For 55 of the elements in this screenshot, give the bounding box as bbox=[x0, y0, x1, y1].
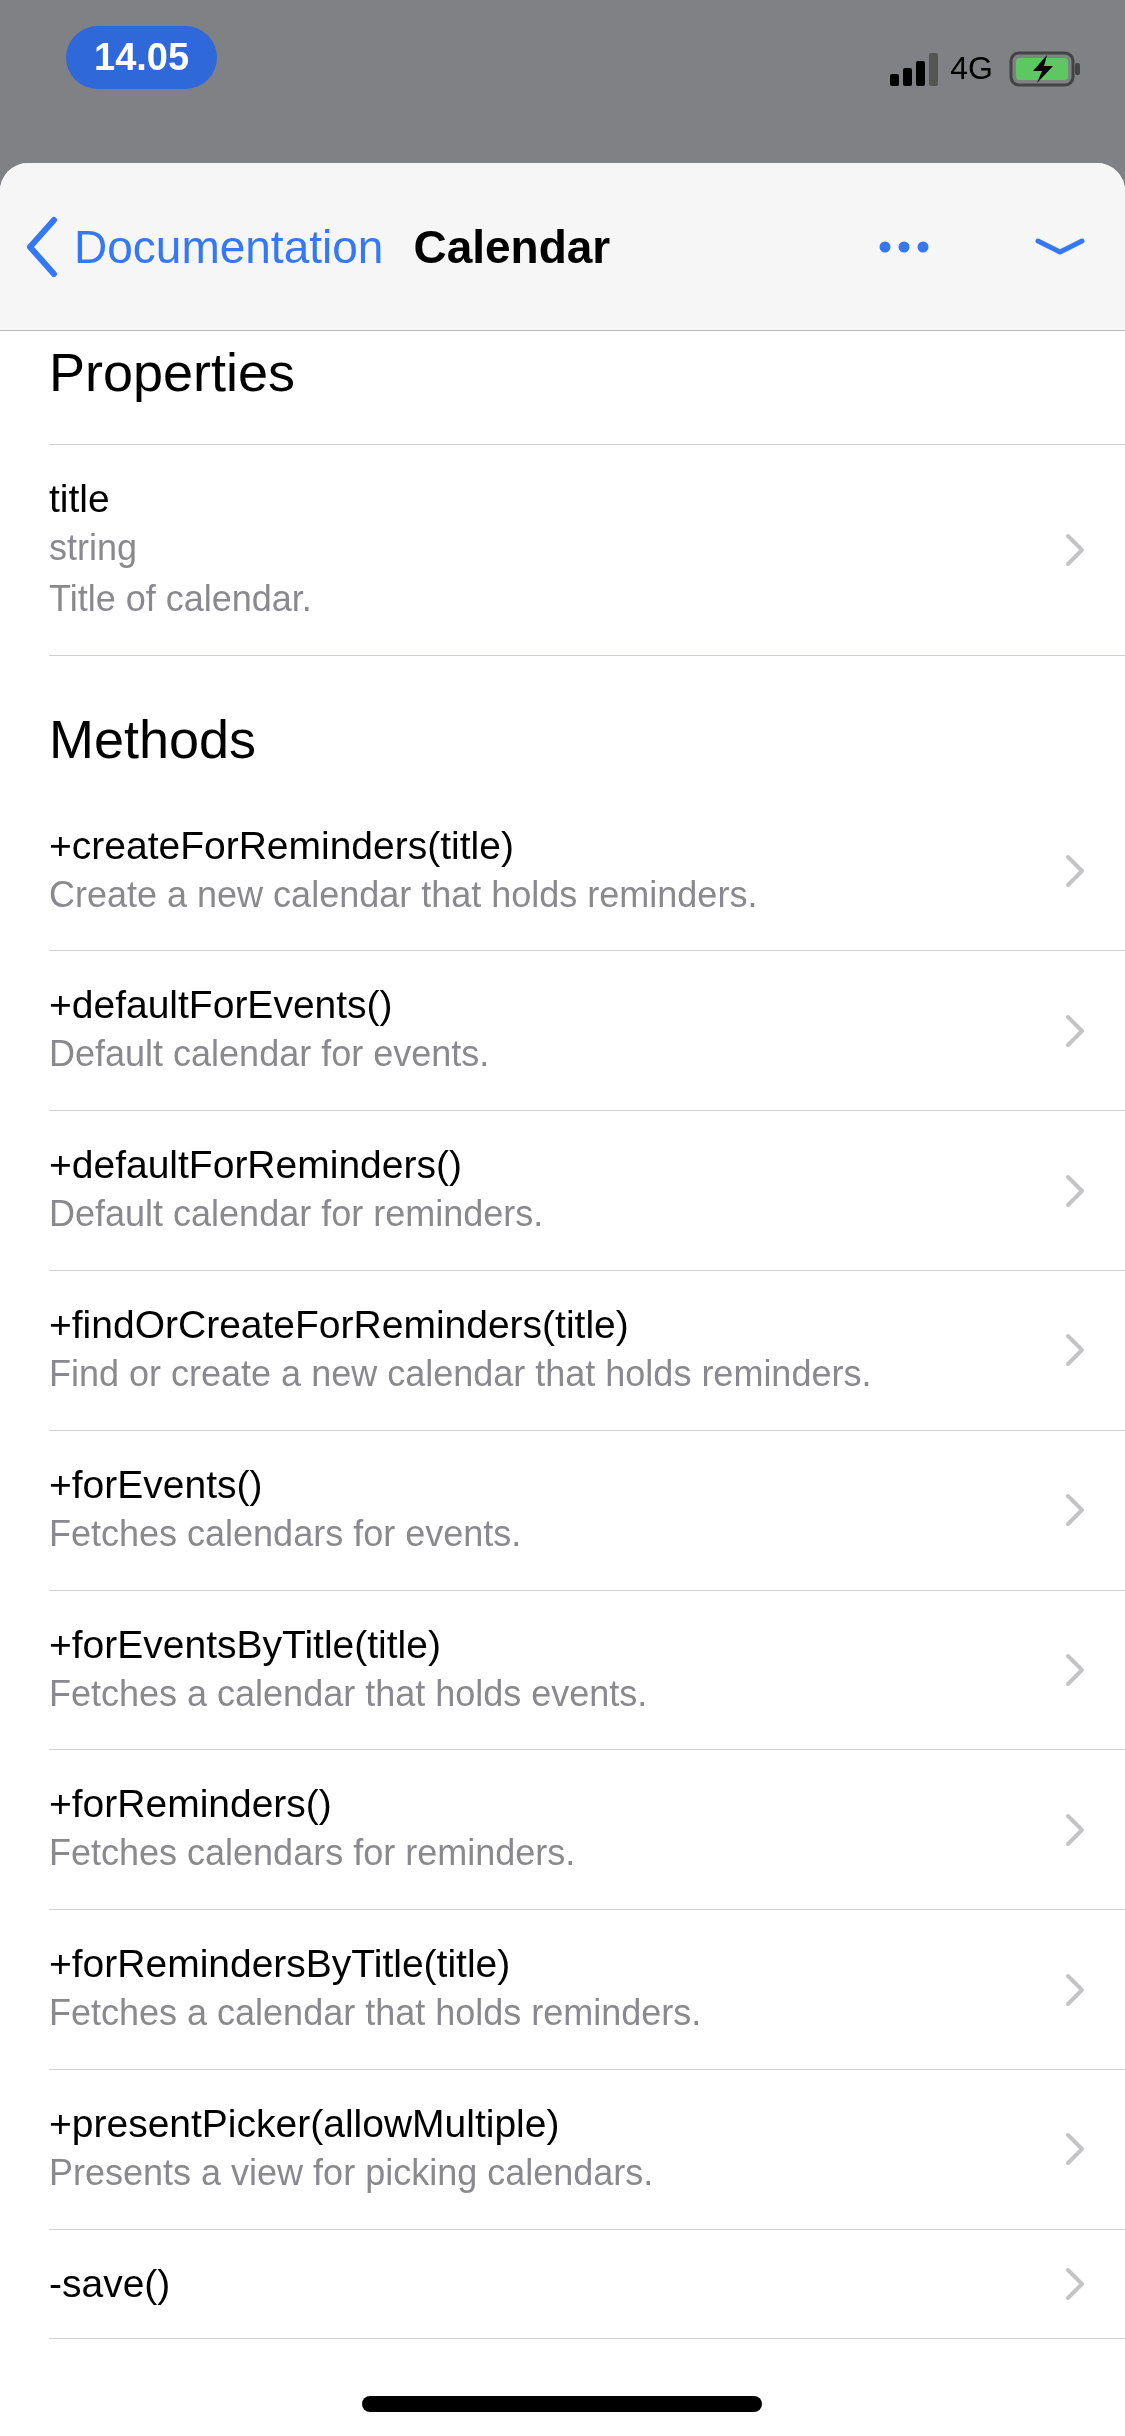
item-description: Default calendar for events. bbox=[49, 1032, 491, 1077]
list-item[interactable]: +forReminders() Fetches calendars for reminders. bbox=[49, 1750, 1125, 1911]
item-name: +presentPicker(allowMultiple) bbox=[49, 2101, 561, 2146]
item-name: -save() bbox=[49, 2261, 172, 2306]
list-item[interactable]: +forEvents() Fetches calendars for events. bbox=[49, 1430, 1125, 1591]
item-name: +forEvents() bbox=[49, 1462, 264, 1507]
item-name: +createForReminders(title) bbox=[49, 823, 515, 868]
item-description: Fetches calendars for events. bbox=[49, 1511, 523, 1556]
chevron-icon bbox=[1065, 1173, 1085, 1208]
back-button[interactable]: Documentation bbox=[24, 215, 384, 278]
chevron-icon bbox=[1065, 2132, 1085, 2167]
item-name: +findOrCreateForReminders(title) bbox=[49, 1303, 630, 1347]
chevron-icon bbox=[1065, 1652, 1085, 1687]
item-description: Presents a view for picking calendars. bbox=[49, 2150, 655, 2195]
item-name: title bbox=[49, 477, 111, 521]
item-name: +forEventsByTitle(title) bbox=[49, 1622, 442, 1667]
status-time: 14.05 bbox=[66, 26, 218, 89]
chevron-icon bbox=[1065, 1972, 1085, 2007]
item-description: Fetches a calendar that holds reminders. bbox=[49, 1991, 703, 2036]
list-item[interactable]: title string Title of calendar. bbox=[49, 445, 1125, 656]
signal-icon bbox=[890, 51, 941, 86]
item-name: +forRemindersByTitle(title) bbox=[49, 1942, 512, 1987]
list-item[interactable]: +presentPicker(allowMultiple) Presents a view for picking calendars. bbox=[49, 2069, 1125, 2230]
item-description: Fetches a calendar that holds events. bbox=[49, 1671, 649, 1716]
item-description: Create a new calendar that holds reminders. bbox=[49, 872, 759, 917]
nav-title: Calendar bbox=[413, 219, 611, 274]
chevron-icon bbox=[1065, 1812, 1085, 1847]
chevron-icon bbox=[1065, 1333, 1085, 1368]
chevron-icon bbox=[1065, 2266, 1085, 2301]
item-description: Fetches calendars for reminders. bbox=[49, 1831, 577, 1876]
list-item[interactable]: +forEventsByTitle(title) Fetches a calendar that holds events. bbox=[49, 1590, 1125, 1751]
list-item[interactable]: +createForReminders(title) Create a new calendar that holds reminders. bbox=[49, 791, 1125, 952]
collapse-icon[interactable] bbox=[1035, 236, 1085, 257]
chevron-icon bbox=[1065, 532, 1085, 567]
item-description: Title of calendar. bbox=[49, 576, 313, 621]
list-item[interactable]: +forRemindersByTitle(title) Fetches a calendar that holds reminders. bbox=[49, 1910, 1125, 2070]
more-icon[interactable] bbox=[879, 240, 929, 253]
battery-icon bbox=[1009, 50, 1081, 87]
list-item[interactable]: -save() bbox=[49, 2229, 1125, 2339]
section-heading: Methods bbox=[49, 708, 257, 769]
chevron-icon bbox=[1065, 854, 1085, 888]
item-name: +forReminders() bbox=[49, 1782, 333, 1827]
item-description: Default calendar for reminders. bbox=[49, 1192, 545, 1237]
chevron-icon bbox=[1065, 1013, 1085, 1048]
back-chevron-icon bbox=[24, 215, 60, 278]
item-type: string bbox=[49, 526, 139, 570]
list-item[interactable]: +defaultForReminders() Default calendar for reminders. bbox=[49, 1111, 1125, 1271]
item-name: +defaultForReminders() bbox=[49, 1143, 463, 1188]
item-name: +defaultForEvents() bbox=[49, 983, 394, 1028]
section-heading: Properties bbox=[49, 342, 296, 402]
chevron-icon bbox=[1065, 1493, 1085, 1528]
item-description: Find or create a new calendar that holds reminders. bbox=[49, 1352, 873, 1396]
network-label: 4G bbox=[950, 50, 993, 87]
list-item[interactable]: +defaultForEvents() Default calendar for events. bbox=[49, 951, 1125, 1112]
list-item[interactable]: +findOrCreateForReminders(title) Find or create a new calendar that holds reminders. bbox=[49, 1271, 1125, 1431]
